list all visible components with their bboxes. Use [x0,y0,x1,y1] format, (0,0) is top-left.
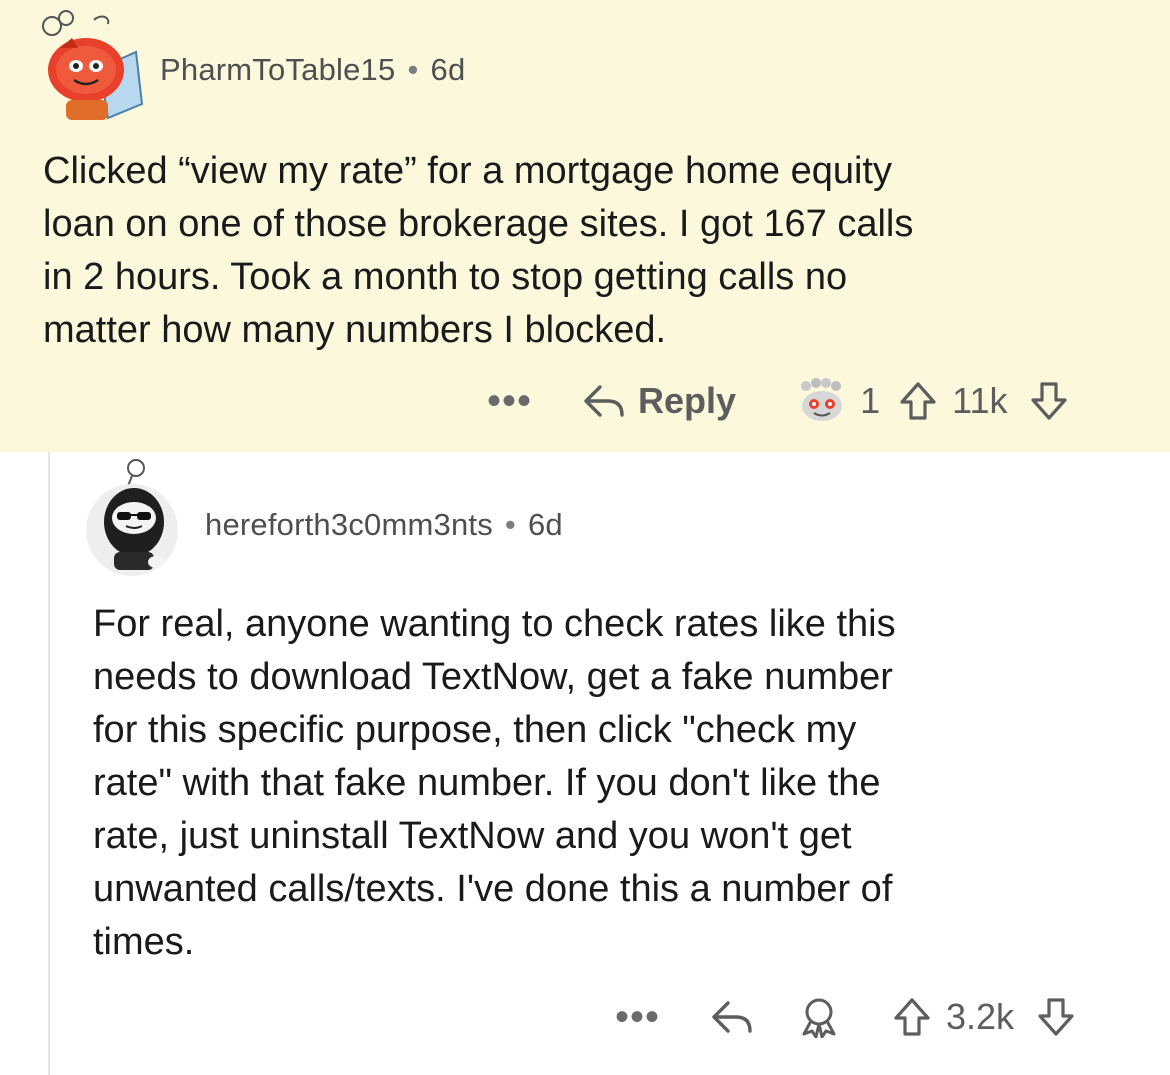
comment-body: For real, anyone wanting to check rates … [93,598,896,969]
username[interactable]: PharmToTable15 [160,52,395,87]
downvote-arrow-icon [1036,996,1076,1038]
user-avatar-icon[interactable] [84,456,184,576]
user-avatar-icon[interactable] [38,8,146,126]
comment-line: Clicked “view my rate” for a mortgage ho… [43,150,892,192]
downvote-button[interactable] [1036,996,1076,1038]
vote-count: 11k [952,380,1008,421]
upvote-arrow-icon [898,380,938,422]
comment-line: loan on one of those brokerage sites. I … [43,203,914,245]
award-count: 1 [860,380,881,421]
more-options-button[interactable]: ••• [487,381,532,421]
reply-button[interactable] [710,997,756,1037]
comment-body: Clicked “view my rate” for a mortgage ho… [43,145,913,357]
comment-line: For real, anyone wanting to check rates … [93,603,896,645]
comment-age: 6d [527,507,563,542]
comment-line: unwanted calls/texts. I've done this a n… [93,868,893,910]
reply-arrow-icon [710,997,756,1037]
upvote-button[interactable] [898,380,938,422]
comment-actions: ••• Reply 1 11k [487,378,1069,424]
comment-actions: ••• 3.2k [615,994,1076,1040]
upvote-button[interactable] [892,996,932,1038]
separator-dot: • [407,52,419,87]
more-options-button[interactable]: ••• [615,997,660,1037]
downvote-button[interactable] [1029,380,1069,422]
reply-arrow-icon [582,381,628,421]
comment-line: needs to download TextNow, get a fake nu… [93,656,893,698]
thread-line[interactable] [48,452,50,1075]
username[interactable]: hereforth3c0mm3nts [205,507,493,542]
vote-count: 3.2k [946,996,1015,1037]
comment-line: rate" with that fake number. If you don'… [93,762,881,804]
award-icon [794,378,852,424]
reply-label: Reply [638,380,737,421]
comment-line: times. [93,921,195,963]
separator-dot: • [504,507,516,542]
award-button[interactable] [798,996,840,1038]
comment-age: 6d [430,52,466,87]
award-badge[interactable]: 1 [794,378,880,424]
comment-meta: PharmToTable15 • 6d [160,52,465,88]
comment-line: for this specific purpose, then click "c… [93,709,857,751]
comment-line: matter how many numbers I blocked. [43,309,667,351]
comment-meta: hereforth3c0mm3nts • 6d [205,507,563,543]
award-icon [798,996,840,1038]
highlighted-comment: PharmToTable15 • 6d Clicked “view my rate”… [0,0,1170,452]
comment-line: in 2 hours. Took a month to stop getting… [43,256,848,298]
comment-line: rate, just uninstall TextNow and you won… [93,815,852,857]
reply-button[interactable]: Reply [582,380,736,422]
upvote-arrow-icon [892,996,932,1038]
downvote-arrow-icon [1029,380,1069,422]
